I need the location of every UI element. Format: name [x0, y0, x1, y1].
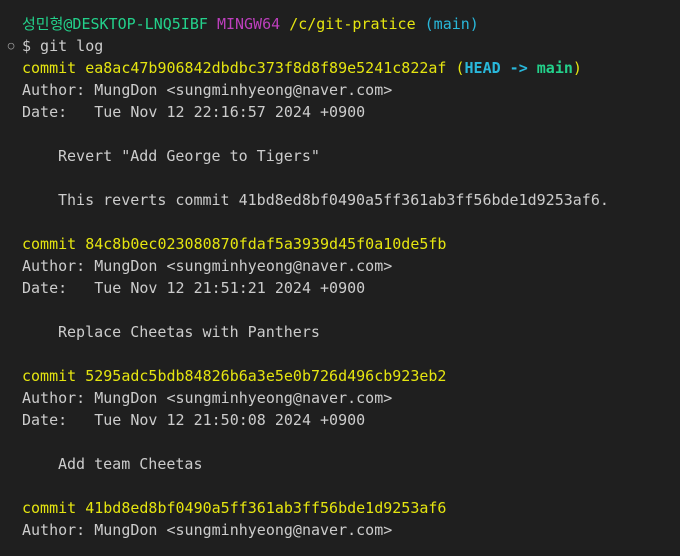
- commit-hash-line: commit ea8ac47b906842dbdbc373f8d8f89e524…: [0, 57, 680, 79]
- commit-author: Author: MungDon <sungminhyeong@naver.com…: [22, 257, 393, 275]
- commit-author: Author: MungDon <sungminhyeong@naver.com…: [22, 521, 393, 539]
- head-ref: HEAD ->: [464, 59, 537, 77]
- commit-message: Revert "Add George to Tigers": [58, 147, 320, 165]
- commit-date: Date: Tue Nov 12 21:50:08 2024 +0900: [22, 411, 366, 429]
- ref-open: (: [455, 59, 465, 77]
- commit-author: Author: MungDon <sungminhyeong@naver.com…: [22, 389, 393, 407]
- commit-message: This reverts commit 41bd8ed8bf0490a5ff36…: [58, 191, 609, 209]
- ref-close: ): [572, 59, 582, 77]
- main-ref: main: [536, 59, 573, 77]
- commit-hash: commit 41bd8ed8bf0490a5ff361ab3ff56bde1d…: [22, 499, 447, 517]
- terminal-output[interactable]: 성민형@DESKTOP-LNQ5IBF MINGW64 /c/git-prati…: [0, 13, 680, 541]
- circle-outline-icon[interactable]: ○: [5, 35, 17, 57]
- commit-hash: commit ea8ac47b906842dbdbc373f8d8f89e524…: [22, 59, 447, 77]
- commit-message: Replace Cheetas with Panthers: [58, 323, 320, 341]
- commit-author: Author: MungDon <sungminhyeong@naver.com…: [22, 81, 393, 99]
- prompt-user: 성민형: [22, 15, 64, 33]
- prompt-line: 성민형@DESKTOP-LNQ5IBF MINGW64 /c/git-prati…: [0, 13, 680, 35]
- commit-date: Date: Tue Nov 12 21:51:21 2024 +0900: [22, 279, 366, 297]
- prompt-branch: (main): [424, 15, 479, 33]
- commit-date: Date: Tue Nov 12 22:16:57 2024 +0900: [22, 103, 366, 121]
- commit-hash: commit 5295adc5bdb84826b6a3e5e0b726d496c…: [22, 367, 447, 385]
- command-line: ○ $ git log: [0, 35, 680, 57]
- command-text: $ git log: [22, 37, 104, 55]
- prompt-env: MINGW64: [216, 15, 281, 33]
- commit-hash: commit 84c8b0ec023080870fdaf5a3939d45f0a…: [22, 235, 447, 253]
- prompt-path: /c/git-pratice: [289, 15, 416, 33]
- commit-message: Add team Cheetas: [58, 455, 203, 473]
- prompt-host: @DESKTOP-LNQ5IBF: [63, 15, 208, 33]
